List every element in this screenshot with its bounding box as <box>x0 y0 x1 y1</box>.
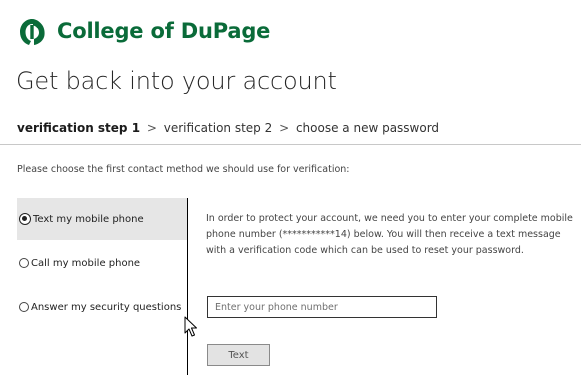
phone-number-input[interactable] <box>207 296 437 318</box>
breadcrumb-step-2: verification step 2 <box>163 121 273 135</box>
breadcrumb-separator: > <box>279 121 290 135</box>
verification-description: In order to protect your account, we nee… <box>206 213 573 256</box>
method-option-text-mobile[interactable]: Text my mobile phone <box>17 198 187 240</box>
method-option-label: Call my mobile phone <box>31 257 141 269</box>
breadcrumb-step-1: verification step 1 <box>17 121 141 135</box>
page-title: Get back into your account <box>16 67 337 95</box>
mouse-pointer-icon <box>184 316 197 337</box>
method-option-label: Answer my security questions <box>31 301 182 313</box>
panel-divider <box>187 198 188 375</box>
method-option-label: Text my mobile phone <box>33 213 144 225</box>
radio-unchecked-icon[interactable] <box>19 258 29 268</box>
contact-method-list: Text my mobile phone Call my mobile phon… <box>17 198 187 328</box>
header-divider <box>0 144 581 145</box>
college-name: College of DuPage <box>57 19 271 43</box>
radio-unchecked-icon[interactable] <box>19 302 29 312</box>
breadcrumb-step-3: choose a new password <box>295 121 440 135</box>
breadcrumb: verification step 1 > verification step … <box>17 121 439 135</box>
method-option-security-questions[interactable]: Answer my security questions <box>17 286 187 328</box>
breadcrumb-separator: > <box>146 121 157 135</box>
college-of-dupage-logo-icon <box>20 19 45 45</box>
college-logo: College of DuPage <box>17 14 270 48</box>
send-text-button[interactable]: Text <box>207 344 270 366</box>
radio-checked-icon[interactable] <box>19 213 31 225</box>
contact-method-instruction: Please choose the first contact method w… <box>17 164 350 175</box>
method-option-call-mobile[interactable]: Call my mobile phone <box>17 242 187 284</box>
